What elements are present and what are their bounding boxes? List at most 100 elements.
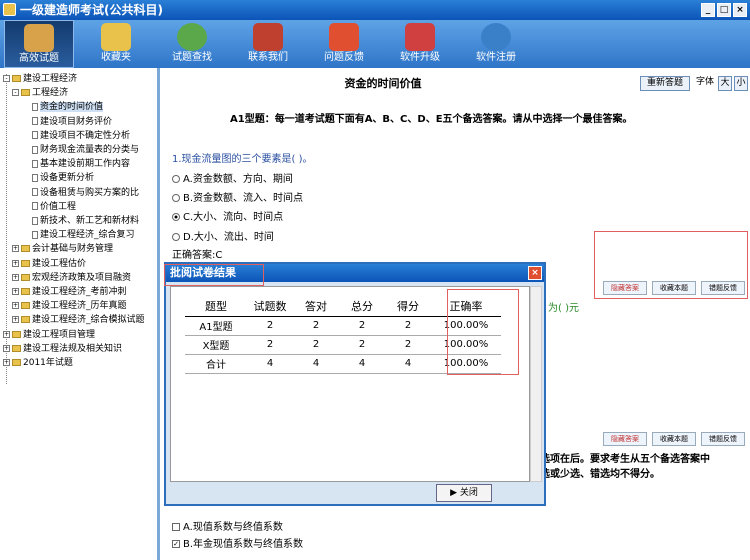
hide-answer-button-2[interactable]: 隐藏答案 — [603, 432, 647, 446]
tree-node[interactable]: + 建设工程估价 — [12, 258, 86, 271]
document-icon — [32, 202, 38, 211]
radio-checked-icon[interactable] — [172, 213, 180, 221]
option-x-a[interactable]: A.现值系数与终值系数 — [172, 518, 283, 533]
expand-toggle-icon[interactable]: + — [3, 330, 10, 338]
tree-node[interactable]: + 建设工程经济_考前冲刺 — [12, 286, 127, 299]
radio-icon[interactable] — [172, 233, 180, 241]
document-icon — [32, 159, 38, 168]
question-instruction: A1型题：每一道考试题下面有A、B、C、D、E五个备选答案。请从中选择一个最佳答… — [230, 114, 633, 125]
title-bar: 一级建造师考试(公共科目) _ □ × — [0, 0, 750, 20]
tree-node[interactable]: + 建设工程法规及相关知识 — [3, 343, 122, 356]
radio-icon[interactable] — [172, 175, 180, 183]
toolbar-upgrade[interactable]: 软件升级 — [382, 20, 458, 68]
graduation-cap-icon — [24, 24, 54, 52]
tree-node[interactable]: + 宏观经济政策及项目融资 — [12, 272, 131, 285]
tree-node-label: 资金的时间价值 — [40, 102, 104, 113]
document-icon — [32, 131, 38, 140]
tree-node[interactable]: + 建设工程项目管理 — [3, 329, 95, 342]
table-cell: A1型题 — [185, 316, 247, 336]
dialog-close-button[interactable]: ▶ 关闭 — [436, 484, 492, 502]
folder-icon — [21, 89, 30, 97]
favorite-question-button[interactable]: 收藏本题 — [652, 281, 696, 295]
tree-node[interactable]: + 建设工程经济_综合模拟试题 — [12, 314, 145, 327]
table-cell: 2 — [247, 316, 293, 336]
tree-node-label: 会计基础与财务管理 — [32, 244, 114, 255]
tree-node[interactable]: 资金的时间价值 — [21, 101, 104, 114]
tree-node[interactable]: 建设项目财务评价 — [21, 116, 112, 129]
option-x-b[interactable]: ✓ B.年金现值系数与终值系数 — [172, 535, 303, 550]
expand-toggle-icon[interactable]: - — [3, 75, 10, 82]
toolbar-efficient-questions[interactable]: 高效试题 — [4, 20, 74, 68]
tree-node[interactable]: 财务现金流量表的分类与 — [21, 144, 139, 157]
tree-node[interactable]: 设备租赁与购买方案的比 — [21, 187, 139, 200]
toolbar-register[interactable]: 软件注册 — [458, 20, 534, 68]
toolbar-favorites[interactable]: 收藏夹 — [78, 20, 154, 68]
tree-node[interactable]: + 会计基础与财务管理 — [12, 243, 113, 256]
app-icon — [3, 3, 16, 16]
expand-toggle-icon[interactable]: + — [12, 273, 19, 281]
expand-toggle-icon[interactable]: + — [3, 344, 10, 352]
tree-node[interactable]: 新技术、新工艺和新材料 — [21, 215, 139, 228]
folder-icon — [12, 359, 21, 366]
expand-toggle-icon[interactable]: + — [12, 245, 19, 253]
error-feedback-button[interactable]: 错题反馈 — [701, 281, 745, 295]
tree-node[interactable]: + 建设工程经济_历年真题 — [12, 300, 127, 313]
tree-node-label: 建设工程经济_综合复习 — [40, 230, 135, 241]
table-cell: 合计 — [185, 354, 247, 374]
maximize-button[interactable]: □ — [717, 3, 731, 17]
dialog-close-icon[interactable]: × — [528, 266, 542, 280]
tree-node-label: 建设工程经济_考前冲刺 — [32, 287, 127, 297]
table-cell: X型题 — [185, 335, 247, 355]
tree-node[interactable]: 价值工程 — [21, 201, 76, 214]
option-c[interactable]: C.大小、流向、时间点 — [172, 208, 283, 223]
error-feedback-button-2[interactable]: 错题反馈 — [701, 432, 745, 446]
tree-node[interactable]: - 建设工程经济 — [3, 73, 77, 86]
font-label: 字体 — [695, 77, 714, 87]
expand-toggle-icon[interactable]: + — [12, 302, 19, 310]
tree-node-label: 建设工程法规及相关知识 — [23, 343, 123, 354]
hide-answer-button[interactable]: 隐藏答案 — [603, 281, 647, 295]
font-big-button[interactable]: 大 — [718, 76, 732, 91]
column-header: 得分 — [385, 297, 431, 317]
tree-node[interactable]: 建设工程经济_综合复习 — [21, 229, 135, 242]
toolbar-contact-us[interactable]: 联系我们 — [230, 20, 306, 68]
radio-icon[interactable] — [172, 194, 180, 202]
tree-node[interactable]: +2011年试题 — [3, 357, 73, 370]
user-add-icon — [481, 23, 511, 51]
tree-node[interactable]: - 工程经济 — [12, 87, 68, 100]
tree-node[interactable]: 建设项目不确定性分析 — [21, 130, 130, 143]
option-b[interactable]: B.资金数额、流入、时间点 — [172, 189, 303, 204]
results-panel: 题型 试题数 答对 总分 得分 正确率 A1型题 2 2 2 2 100.00% X型题 2 2 2 2 100… — [170, 286, 530, 482]
question-text: 1.现金流量图的三个要素是( )。 — [172, 154, 313, 165]
font-small-button[interactable]: 小 — [734, 76, 748, 91]
close-button[interactable]: × — [733, 3, 747, 17]
section-title: 资金的时间价值 — [344, 77, 422, 90]
expand-toggle-icon[interactable]: + — [12, 316, 19, 324]
expand-toggle-icon[interactable]: - — [12, 89, 19, 97]
toolbar-search-questions[interactable]: 试题查找 — [154, 20, 230, 68]
table-cell: 2 — [339, 316, 385, 336]
tree-node[interactable]: 设备更新分析 — [21, 172, 94, 185]
expand-toggle-icon[interactable]: + — [12, 288, 19, 295]
expand-toggle-icon[interactable]: + — [3, 359, 10, 366]
tree-node[interactable]: 基本建设前期工作内容 — [21, 158, 130, 171]
checkbox-checked-icon[interactable]: ✓ — [172, 540, 180, 548]
correct-answer: 正确答案:C — [172, 250, 223, 261]
checkbox-icon[interactable] — [172, 523, 180, 531]
minimize-button[interactable]: _ — [701, 3, 715, 17]
upgrade-arrow-icon — [405, 23, 435, 51]
column-header: 试题数 — [247, 297, 293, 317]
tree-node-label: 建设工程经济_历年真题 — [32, 301, 127, 312]
option-d[interactable]: D.大小、流出、时间 — [172, 228, 274, 243]
folder-icon — [21, 288, 30, 295]
dialog-scrollbar[interactable] — [530, 286, 542, 482]
exit-icon: ▶ — [450, 488, 460, 498]
favorite-question-button-2[interactable]: 收藏本题 — [652, 432, 696, 446]
option-a[interactable]: A.资金数额、方向、期间 — [172, 170, 293, 185]
tree-node-label: 建设项目财务评价 — [40, 116, 113, 127]
tree-node-label: 新技术、新工艺和新材料 — [40, 216, 140, 226]
expand-toggle-icon[interactable]: + — [12, 259, 19, 267]
toolbar-feedback[interactable]: 问题反馈 — [306, 20, 382, 68]
redo-button[interactable]: 重新答题 — [640, 76, 690, 91]
column-header: 答对 — [293, 297, 339, 317]
